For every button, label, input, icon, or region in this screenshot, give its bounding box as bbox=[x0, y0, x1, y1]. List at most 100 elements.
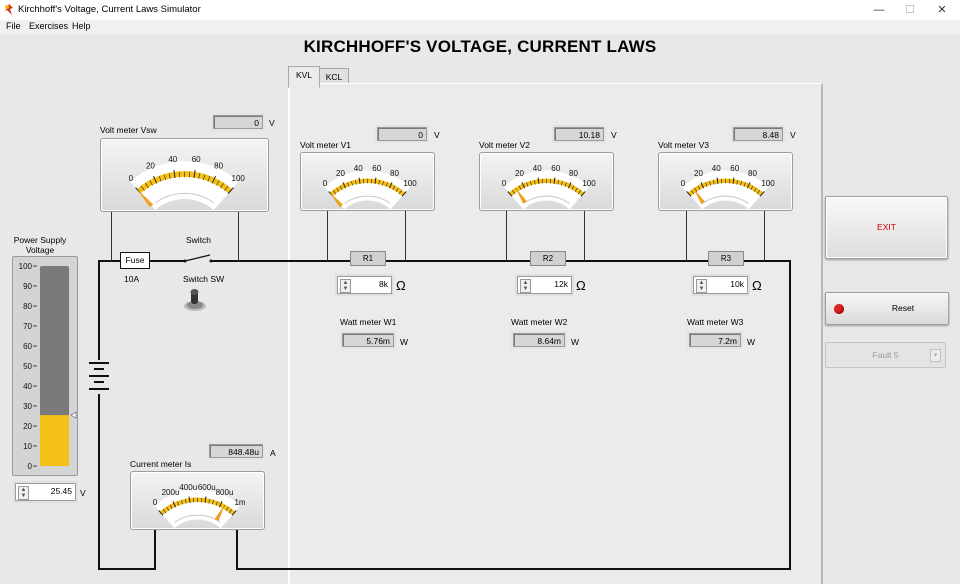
probe-v3-left bbox=[686, 208, 687, 261]
voltmeter-v1-label: Volt meter V1 bbox=[300, 140, 351, 150]
exit-button[interactable]: EXIT bbox=[825, 196, 948, 259]
probe-v3-right bbox=[764, 208, 765, 261]
current-meter-label: Current meter Is bbox=[130, 459, 191, 469]
gauge-tick-label: 80 bbox=[748, 169, 757, 178]
menu-help[interactable]: Help bbox=[72, 21, 91, 31]
spinner-icon[interactable]: ▲▼ bbox=[18, 486, 29, 500]
wattmeter-w1-label: Watt meter W1 bbox=[340, 317, 396, 327]
power-supply-tick-label: 80 bbox=[23, 302, 32, 311]
fault-select[interactable]: Fault 5 ▾ bbox=[825, 342, 946, 368]
gauge-tick-label: 60 bbox=[551, 164, 560, 173]
resistor-r3-input[interactable]: ▲▼ 10k bbox=[693, 276, 748, 294]
resistor-r2-unit: Ω bbox=[576, 278, 586, 293]
resistor-r2-value: 12k bbox=[554, 279, 568, 289]
power-supply-slider[interactable]: 1009080706050403020100 bbox=[12, 256, 78, 476]
voltmeter-vsw-label: Volt meter Vsw bbox=[100, 125, 157, 135]
wire-right bbox=[789, 260, 791, 570]
voltmeter-v1-value: 0 bbox=[377, 127, 427, 141]
wattmeter-w1-value: 5.76m bbox=[342, 333, 394, 347]
dropdown-arrow-icon: ▾ bbox=[930, 349, 941, 362]
spinner-icon[interactable]: ▲▼ bbox=[520, 279, 531, 293]
wattmeter-w3-unit: W bbox=[747, 337, 755, 347]
gauge-tick-label: 1m bbox=[234, 498, 245, 507]
switch-symbol bbox=[182, 252, 214, 264]
resistor-r1-value: 8k bbox=[379, 279, 388, 289]
gauge-tick-label: 0 bbox=[153, 498, 158, 507]
power-supply-tick-label: 10 bbox=[23, 442, 32, 451]
wire-bottom-left bbox=[98, 568, 156, 570]
power-supply-tick-label: 40 bbox=[23, 382, 32, 391]
voltmeter-v1-unit: V bbox=[434, 130, 440, 140]
voltmeter-v3-gauge: 0 20 40 60 80 100 bbox=[658, 152, 793, 211]
power-supply-tick-label: 20 bbox=[23, 422, 32, 431]
gauge-tick-label: 200u bbox=[162, 488, 180, 497]
resistor-r2-input[interactable]: ▲▼ 12k bbox=[517, 276, 572, 294]
app-icon bbox=[4, 4, 14, 15]
gauge-tick-label: 100 bbox=[232, 174, 246, 183]
gauge-tick-label: 600u bbox=[198, 483, 216, 492]
power-supply-tick-label: 30 bbox=[23, 402, 32, 411]
power-supply-value: 25.45 bbox=[51, 486, 72, 496]
gauge-tick-label: 60 bbox=[192, 155, 201, 164]
reset-button[interactable]: Reset bbox=[825, 292, 949, 325]
gauge-tick-label: 40 bbox=[533, 164, 542, 173]
power-supply-tick-label: 70 bbox=[23, 322, 32, 331]
wire-ammeter-right bbox=[236, 528, 238, 570]
gauge-tick-label: 80 bbox=[214, 161, 223, 170]
power-supply-input[interactable]: ▲▼ 25.45 bbox=[15, 483, 76, 501]
probe-v1-left bbox=[327, 208, 328, 261]
power-supply-tick-label: 50 bbox=[23, 362, 32, 371]
wire-left-upper bbox=[98, 260, 100, 362]
maximize-button[interactable]: ☐ bbox=[895, 0, 925, 20]
voltmeter-v3-value: 8.48 bbox=[733, 127, 783, 141]
exit-button-label: EXIT bbox=[877, 222, 896, 232]
gauge-tick-label: 20 bbox=[694, 169, 703, 178]
spinner-icon[interactable]: ▲▼ bbox=[340, 279, 351, 293]
minimize-button[interactable]: — bbox=[864, 0, 894, 20]
resistor-r3-value: 10k bbox=[730, 279, 744, 289]
gauge-tick-label: 40 bbox=[712, 164, 721, 173]
resistor-r1-input[interactable]: ▲▼ 8k bbox=[337, 276, 392, 294]
menu-bar: File Exercises Help bbox=[0, 20, 960, 34]
gauge-tick-label: 100 bbox=[761, 179, 775, 188]
gauge-tick-label: 20 bbox=[515, 169, 524, 178]
gauge-tick-label: 40 bbox=[354, 164, 363, 173]
reset-led-icon bbox=[834, 304, 844, 314]
window-title: Kirchhoff's Voltage, Current Laws Simula… bbox=[18, 4, 201, 15]
voltmeter-v2-label: Volt meter V2 bbox=[479, 140, 530, 150]
probe-vsw-left bbox=[111, 208, 112, 261]
wattmeter-w3-label: Watt meter W3 bbox=[687, 317, 743, 327]
probe-v2-right bbox=[584, 208, 585, 261]
tab-kvl[interactable]: KVL bbox=[288, 66, 320, 88]
reset-button-label: Reset bbox=[892, 303, 914, 313]
power-supply-tick-label: 90 bbox=[23, 282, 32, 291]
voltmeter-v2-unit: V bbox=[611, 130, 617, 140]
resistor-r3: R3 bbox=[708, 251, 744, 266]
current-meter-unit: A bbox=[270, 448, 276, 458]
wire-fuse-switch bbox=[148, 260, 184, 262]
gauge-tick-label: 20 bbox=[146, 161, 155, 170]
probe-vsw-right bbox=[238, 208, 239, 261]
gauge-tick-label: 60 bbox=[730, 164, 739, 173]
gauge-tick-label: 40 bbox=[168, 155, 177, 164]
voltmeter-vsw-gauge: 020406080100 bbox=[100, 138, 269, 212]
battery-icon bbox=[86, 360, 112, 394]
menu-exercises[interactable]: Exercises bbox=[29, 21, 68, 31]
close-button[interactable]: ✕ bbox=[927, 0, 957, 20]
gauge-tick-label: 100 bbox=[582, 179, 596, 188]
wire-ammeter-left bbox=[154, 528, 156, 570]
gauge-tick-label: 0 bbox=[681, 179, 686, 188]
voltmeter-vsw-unit: V bbox=[269, 118, 275, 128]
voltmeter-v3-unit: V bbox=[790, 130, 796, 140]
toggle-switch[interactable] bbox=[182, 288, 208, 312]
spinner-icon[interactable]: ▲▼ bbox=[696, 279, 707, 293]
fuse-rating: 10A bbox=[124, 274, 139, 284]
switch-sw-label: Switch SW bbox=[183, 274, 224, 284]
wire-top-main bbox=[211, 260, 791, 262]
gauge-tick-label: 80 bbox=[569, 169, 578, 178]
gauge-tick-label: 0 bbox=[502, 179, 507, 188]
slider-handle-icon[interactable] bbox=[71, 412, 76, 418]
gauge-tick-label: 800u bbox=[216, 488, 234, 497]
power-supply-tick-label: 100 bbox=[19, 262, 33, 271]
menu-file[interactable]: File bbox=[6, 21, 21, 31]
